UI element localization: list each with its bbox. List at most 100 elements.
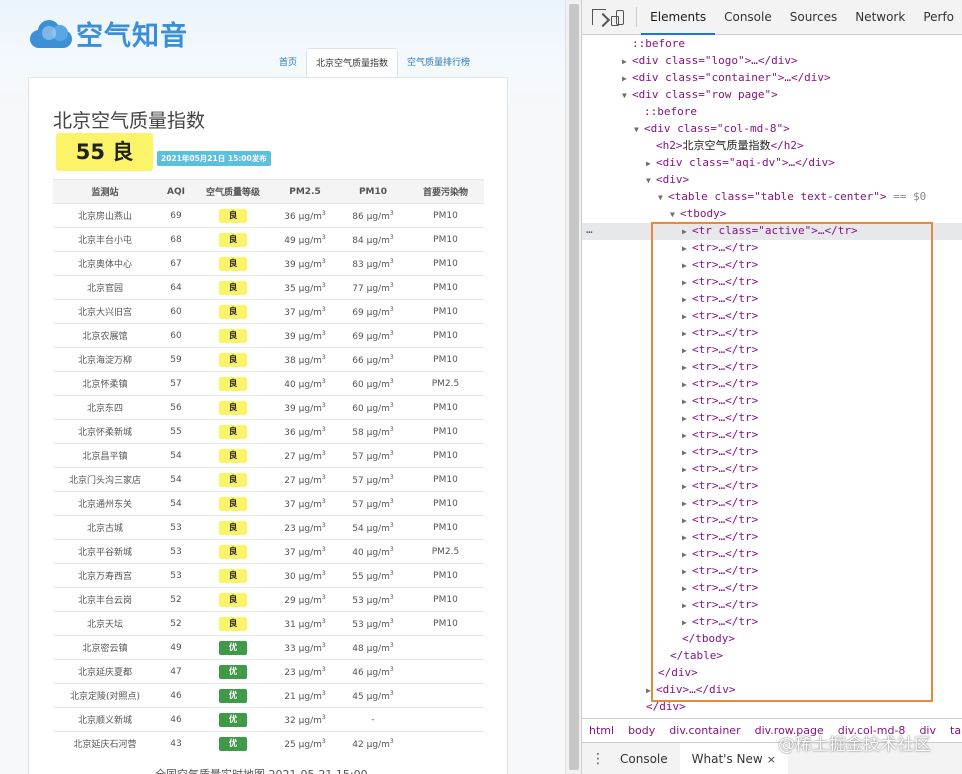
collapse-arrow-icon[interactable]: ▼	[658, 189, 668, 206]
cell-pm10: 53 μg/m3	[339, 587, 407, 612]
level-badge: 良	[219, 568, 247, 583]
tab-elements[interactable]: Elements	[641, 0, 716, 35]
cell-main-pollutant-text: PM10	[433, 594, 458, 605]
tab-performance[interactable]: Perfo	[914, 0, 962, 35]
webpage-viewport: 空气知音 首页 北京空气质量指数 空气质量排行榜 北京空气质量指数 55 良 2…	[0, 0, 565, 774]
dom-node-tbody[interactable]: ▼ <tbody>	[670, 205, 726, 222]
node-text: <div class="container">…</div>	[632, 71, 831, 84]
cell-pm25-value: 36	[284, 427, 296, 438]
unit-label: μg/m	[298, 643, 322, 654]
cell-pm25-value: 35	[284, 283, 296, 294]
tab-sources[interactable]: Sources	[781, 0, 846, 35]
dom-node-before[interactable]: ::before	[632, 35, 685, 52]
dom-node-aqi-dv[interactable]: ▶ <div class="aqi-dv">…</div>	[646, 154, 835, 171]
crumb-html[interactable]: html	[582, 724, 621, 737]
cell-pm10-value: 57	[352, 475, 364, 486]
cell-pm25: 32 μg/m3	[271, 707, 339, 732]
close-icon[interactable]: ×	[767, 753, 776, 766]
table-header-row: 监测站 AQI 空气质量等级 PM2.5 PM10 首要污染物	[53, 179, 484, 204]
inspect-element-icon[interactable]	[592, 9, 606, 25]
cell-pm10: 40 μg/m3	[339, 539, 407, 564]
expand-arrow-icon[interactable]: ▶	[622, 53, 632, 70]
aqi-table: 监测站 AQI 空气质量等级 PM2.5 PM10 首要污染物 北京房山燕山 69…	[53, 179, 484, 756]
unit-label: μg/m	[366, 235, 390, 246]
site-logo[interactable]: 空气知音	[28, 13, 188, 53]
header-pm25: PM2.5	[271, 179, 339, 204]
crumb-table[interactable]: tabl	[943, 724, 962, 737]
dom-node-table[interactable]: ▼ <table class="table text-center"> == $0	[658, 188, 926, 205]
pseudo-before: ::before	[644, 105, 697, 118]
table-row: 北京门头沟三家店 54 良 27 μg/m3 57 μg/m3 PM10	[53, 467, 484, 492]
cell-main-pollutant-text: PM10	[433, 522, 458, 533]
unit-sup: 3	[389, 569, 394, 577]
level-badge: 良	[219, 208, 247, 223]
cell-main-pollutant: PM10	[407, 275, 484, 300]
tab-console[interactable]: Console	[715, 0, 781, 35]
cell-aqi-text: 60	[170, 330, 182, 341]
cell-level: 良	[195, 587, 271, 612]
node-menu-ellipsis[interactable]: …	[586, 223, 593, 237]
cell-main-pollutant: PM10	[407, 563, 484, 588]
cell-pm10-value: 69	[352, 307, 364, 318]
expand-arrow-icon[interactable]: ▶	[622, 70, 632, 87]
cell-aqi: 54	[157, 443, 195, 468]
cell-station-text: 北京门头沟三家店	[68, 476, 141, 486]
cell-station: 北京房山燕山	[53, 203, 157, 228]
unit-label: μg/m	[366, 283, 390, 294]
cell-pm25-value: 36	[284, 211, 296, 222]
cell-main-pollutant: PM10	[407, 467, 484, 492]
tabbar-divider	[636, 7, 638, 27]
unit-sup: 3	[389, 497, 394, 505]
unit-label: μg/m	[366, 523, 390, 534]
level-badge: 良	[219, 448, 247, 463]
unit-label: μg/m	[366, 211, 390, 222]
collapse-arrow-icon[interactable]: ▼	[634, 121, 644, 138]
cell-main-pollutant-text: PM10	[433, 498, 458, 509]
cell-pm25: 49 μg/m3	[271, 227, 339, 252]
nav-ranking[interactable]: 空气质量排行榜	[398, 48, 479, 78]
cell-level: 良	[195, 395, 271, 420]
aqi-badge: 55 良	[56, 133, 153, 171]
dom-node-div[interactable]: ▼ <div>	[646, 171, 689, 188]
device-toolbar-icon[interactable]	[610, 9, 625, 26]
dom-node-col-md-8[interactable]: ▼ <div class="col-md-8">	[634, 120, 790, 137]
cell-pm25: 39 μg/m3	[271, 251, 339, 276]
cell-main-pollutant-text: PM2.5	[431, 546, 460, 557]
collapse-arrow-icon[interactable]: ▼	[646, 172, 656, 189]
dom-node-logo[interactable]: ▶ <div class="logo">…</div>	[622, 52, 798, 69]
dom-node-container[interactable]: ▶ <div class="container">…</div>	[622, 69, 831, 86]
cell-main-pollutant-text: PM10	[433, 282, 458, 293]
cell-pm25-value: 37	[284, 547, 296, 558]
collapse-arrow-icon[interactable]: ▼	[622, 87, 632, 104]
dom-node-before-2[interactable]: ::before	[644, 103, 697, 120]
footer-note[interactable]: 全国空气质量实时地图 2021-05-21 15:00	[155, 766, 368, 774]
page-scrollbar[interactable]	[565, 0, 581, 774]
nav-beijing-aqi[interactable]: 北京空气质量指数	[306, 48, 399, 78]
cell-station: 北京通州东关	[53, 491, 157, 516]
crumb-container[interactable]: div.container	[662, 724, 747, 737]
unit-sup: 3	[321, 257, 326, 265]
unit-sup: 3	[321, 665, 326, 673]
tab-network[interactable]: Network	[846, 0, 914, 35]
unit-label: μg/m	[298, 355, 322, 366]
dom-node-row-page[interactable]: ▼ <div class="row page">	[622, 86, 778, 103]
expand-arrow-icon[interactable]: ▶	[646, 155, 656, 172]
cell-pm10-value: 55	[352, 571, 364, 582]
cell-pm25: 27 μg/m3	[271, 443, 339, 468]
unit-sup: 3	[389, 689, 394, 697]
drawer-tab-console[interactable]: Console	[608, 743, 680, 774]
drawer-tab-whats-new[interactable]: What's New ×	[679, 742, 788, 774]
unit-sup: 3	[389, 353, 394, 361]
crumb-body[interactable]: body	[621, 724, 662, 737]
collapse-arrow-icon[interactable]: ▼	[670, 206, 680, 223]
cell-level: 优	[195, 707, 271, 732]
cell-station-text: 北京天坛	[86, 620, 123, 630]
dom-node-h2[interactable]: <h2>北京空气质量指数</h2>	[656, 137, 804, 154]
unit-label: μg/m	[298, 571, 322, 582]
scrollbar-thumb[interactable]	[569, 4, 579, 770]
table-row: 北京延庆夏都 47 优 23 μg/m3 46 μg/m3	[53, 659, 484, 684]
nav-home[interactable]: 首页	[270, 48, 306, 78]
site-nav: 首页 北京空气质量指数 空气质量排行榜	[270, 48, 479, 78]
table-row: 北京平谷新城 53 良 37 μg/m3 40 μg/m3 PM2.5	[53, 539, 484, 564]
drawer-menu-icon[interactable]: ⋮	[588, 751, 608, 767]
